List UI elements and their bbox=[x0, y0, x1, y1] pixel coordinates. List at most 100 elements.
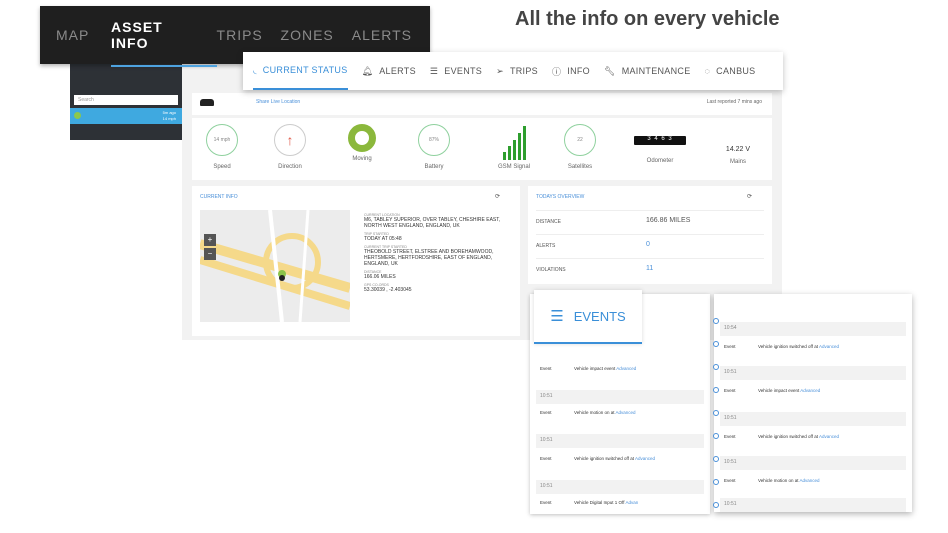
zoom-in-button[interactable]: + bbox=[204, 234, 216, 246]
events-tab-label: EVENTS bbox=[573, 308, 626, 324]
battery-label: Battery bbox=[424, 164, 444, 170]
tab-trips[interactable]: ➢ TRIPS bbox=[496, 52, 538, 90]
timeline-dot-icon bbox=[713, 502, 719, 508]
tab-label: CURRENT STATUS bbox=[262, 65, 348, 75]
speed-gauge: 14 mph Speed bbox=[192, 124, 252, 170]
satellites-label: Satellites bbox=[567, 164, 593, 170]
overview-value[interactable]: 11 bbox=[646, 265, 653, 272]
overview-row-violations: VIOLATIONS 11 bbox=[536, 258, 764, 282]
direction-label: Direction bbox=[278, 164, 302, 170]
event-time: 10:51 bbox=[720, 456, 906, 470]
info-icon: ⓘ bbox=[551, 66, 562, 77]
satellites-gauge: 22 Satellites bbox=[550, 124, 610, 170]
refresh-icon[interactable]: ⟳ bbox=[495, 193, 500, 200]
current-info-details: CURRENT LOCATION M6, TABLEY SUPERIOR, OV… bbox=[364, 210, 516, 293]
list-icon: ☰ bbox=[550, 308, 564, 325]
direction-arrow-icon: ↑ bbox=[274, 124, 306, 156]
list-item[interactable]: Event Vehicle motion on at Advanced bbox=[536, 406, 704, 420]
last-reported: Last reported 7 mins ago bbox=[706, 99, 762, 105]
location-value: M6, TABLEY SUPERIOR, OVER TABLEY, CHESHI… bbox=[364, 217, 501, 229]
current-info-panel: CURRENT INFO ⟳ + − CURRENT LOCATION M6, … bbox=[192, 186, 520, 336]
current-info-title: CURRENT INFO bbox=[200, 194, 238, 200]
battery-gauge: 87% Battery bbox=[404, 124, 464, 170]
moving-icon bbox=[348, 124, 376, 152]
timeline-dot-icon bbox=[713, 387, 719, 393]
list-item[interactable]: Event Vehicle impact event Advanced bbox=[720, 384, 906, 398]
vehicle-bar: Share Live Location Last reported 7 mins… bbox=[192, 93, 772, 115]
nav-asset-info[interactable]: ASSET INFO bbox=[111, 19, 217, 67]
tab-label: EVENTS bbox=[444, 66, 483, 76]
todays-overview-title: TODAYS OVERVIEW bbox=[536, 194, 585, 200]
timeline-dot-icon bbox=[713, 456, 719, 462]
zoom-out-button[interactable]: − bbox=[204, 248, 216, 260]
sidebar-vehicle-item[interactable]: 5m ago 14 mph bbox=[70, 108, 182, 124]
nav-zones[interactable]: ZONES bbox=[281, 27, 352, 43]
vehicle-status: 5m ago bbox=[162, 110, 176, 115]
event-time: 10:51 bbox=[536, 434, 704, 448]
tab-maintenance[interactable]: 🔧︎ MAINTENANCE bbox=[604, 52, 691, 90]
timeline-dot-icon bbox=[713, 364, 719, 370]
list-item[interactable]: Event Vehicle motion on at Advanced bbox=[720, 474, 906, 488]
tab-canbus[interactable]: ◌ CANBUS bbox=[705, 52, 756, 90]
timeline-dot-icon bbox=[713, 479, 719, 485]
mains-label: Mains bbox=[729, 159, 746, 165]
tab-label: TRIPS bbox=[509, 66, 538, 76]
list-item[interactable]: Event Vehicle Digital Input 1 Off Advan bbox=[536, 496, 704, 510]
events-panel-right: 10:54 Event Vehicle ignition switched of… bbox=[714, 294, 912, 512]
overview-key: DISTANCE bbox=[536, 219, 561, 225]
moving-gauge: Moving bbox=[332, 124, 392, 162]
list-icon: ☰ bbox=[429, 65, 439, 76]
tab-events[interactable]: ☰ EVENTS bbox=[430, 52, 482, 90]
nav-map[interactable]: MAP bbox=[56, 27, 111, 43]
tab-label: ALERTS bbox=[379, 66, 416, 76]
events-tab-zoomed[interactable]: ☰ EVENTS bbox=[534, 290, 642, 344]
nav-alerts[interactable]: ALERTS bbox=[352, 27, 430, 43]
mains-gauge: 14.22 V Mains bbox=[708, 124, 768, 165]
canbus-icon: ◌ bbox=[704, 66, 711, 76]
direction-gauge: ↑ Direction bbox=[260, 124, 320, 170]
odometer-gauge: 3 4 6 3 Odometer bbox=[630, 124, 690, 164]
speed-label: Speed bbox=[213, 164, 231, 170]
overview-value[interactable]: 0 bbox=[646, 241, 650, 248]
sidebar: Search 5m ago 14 mph bbox=[70, 64, 182, 140]
map[interactable]: + − bbox=[200, 210, 350, 322]
odometer-value: 3 4 6 3 bbox=[634, 136, 686, 145]
search-input[interactable]: Search bbox=[74, 95, 178, 105]
tab-alerts[interactable]: 🔔︎ ALERTS bbox=[362, 52, 416, 90]
event-time: 10:54 bbox=[720, 322, 906, 336]
signal-icon: ◟ bbox=[253, 64, 257, 75]
list-item[interactable]: Event Vehicle ignition switched off at A… bbox=[720, 340, 906, 354]
overview-value: 166.86 MILES bbox=[646, 217, 691, 224]
status-dot-icon bbox=[74, 112, 81, 119]
signal-bars-icon bbox=[484, 124, 544, 160]
overview-row-distance: DISTANCE 166.86 MILES bbox=[536, 210, 764, 234]
gps-value: 53.30039 , -2.403045 bbox=[364, 287, 412, 293]
speed-value: 14 mph bbox=[206, 124, 238, 156]
tab-current-status[interactable]: ◟ CURRENT STATUS bbox=[253, 52, 348, 90]
navigation-icon: ➢ bbox=[496, 65, 504, 76]
share-link[interactable]: Share Live Location bbox=[256, 99, 300, 105]
moving-label: Moving bbox=[352, 156, 372, 162]
asset-tab-bar: ◟ CURRENT STATUS 🔔︎ ALERTS ☰ EVENTS ➢ TR… bbox=[243, 52, 783, 90]
sidebar-group[interactable] bbox=[70, 78, 182, 92]
refresh-icon[interactable]: ⟳ bbox=[747, 193, 752, 200]
distance-value: 166.06 MILES bbox=[364, 274, 396, 280]
timeline-dot-icon bbox=[713, 433, 719, 439]
vehicle-speed: 14 mph bbox=[162, 116, 176, 121]
tab-label: INFO bbox=[567, 66, 590, 76]
timeline-dot-icon bbox=[713, 318, 719, 324]
list-item[interactable]: Event Vehicle impact event Advanced bbox=[536, 362, 704, 376]
tab-label: MAINTENANCE bbox=[621, 66, 691, 76]
bell-icon: 🔔︎ bbox=[361, 65, 374, 76]
todays-overview-panel: TODAYS OVERVIEW ⟳ DISTANCE 166.86 MILES … bbox=[528, 186, 772, 284]
overview-row-alerts: ALERTS 0 bbox=[536, 234, 764, 258]
list-item[interactable]: Event Vehicle ignition switched off at A… bbox=[720, 430, 906, 444]
tab-info[interactable]: ⓘ INFO bbox=[552, 52, 590, 90]
event-time: 10:51 bbox=[720, 498, 906, 512]
mains-value: 14.22 V bbox=[725, 146, 751, 153]
map-roads bbox=[200, 210, 350, 322]
nav-trips[interactable]: TRIPS bbox=[217, 27, 281, 43]
gauges-panel: 14 mph Speed ↑ Direction Moving 87% Batt… bbox=[192, 118, 772, 180]
gsm-gauge: GSM Signal bbox=[484, 124, 544, 170]
list-item[interactable]: Event Vehicle ignition switched off at A… bbox=[536, 452, 704, 466]
